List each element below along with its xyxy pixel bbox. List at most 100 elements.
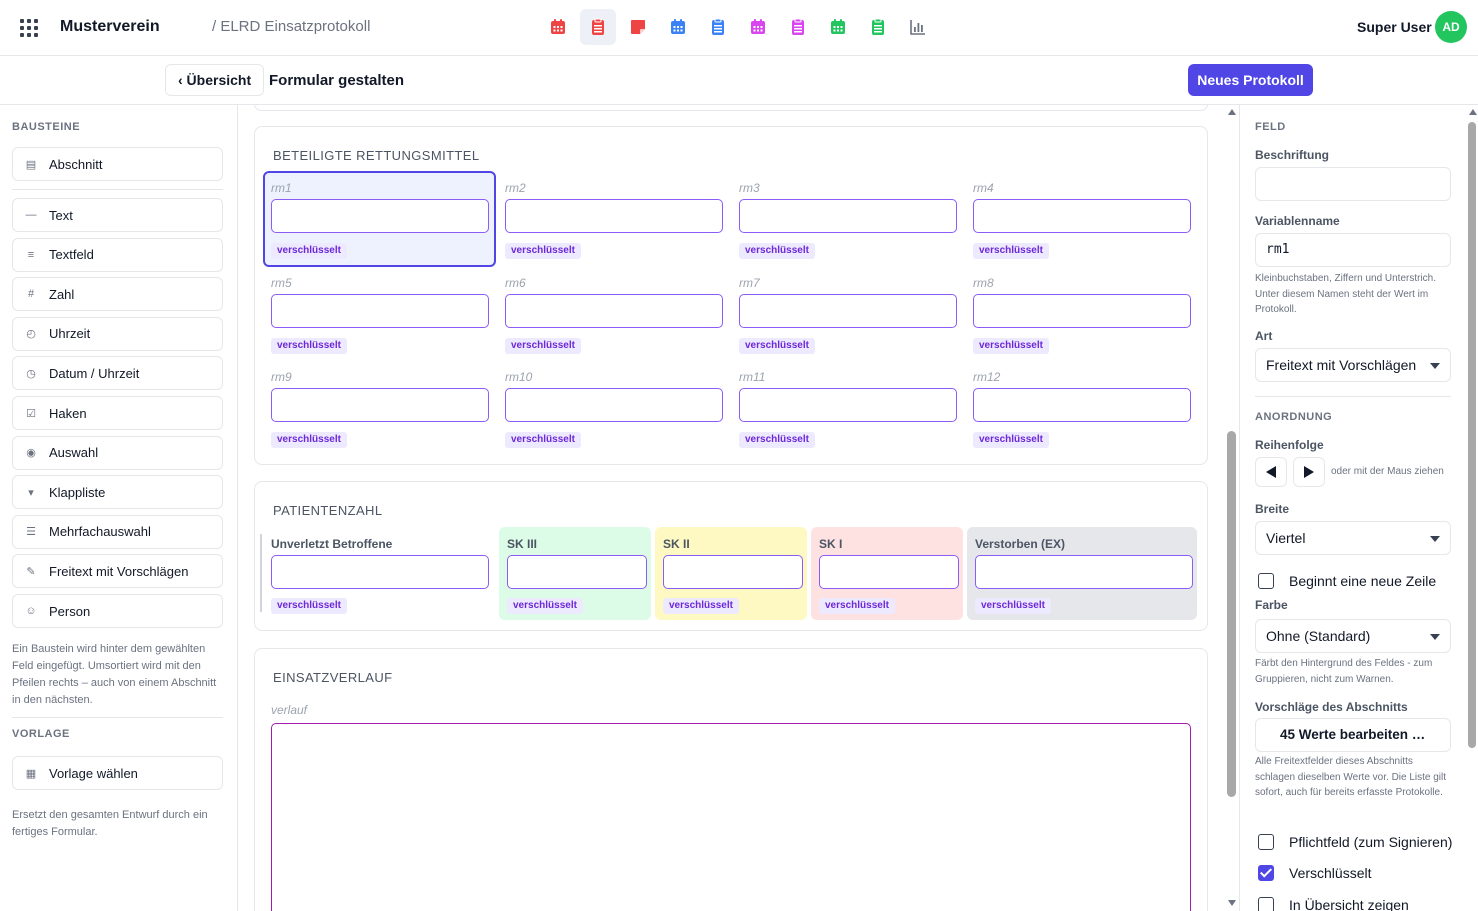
field-input[interactable]: [507, 555, 647, 589]
field-input[interactable]: [973, 199, 1191, 233]
choose-template-button[interactable]: ▦ Vorlage wählen: [12, 756, 223, 790]
calendar-icon: [669, 18, 687, 36]
field-input[interactable]: [271, 293, 489, 328]
block-klappliste-button[interactable]: ▾ Klappliste: [12, 475, 223, 510]
toolbar-button-4[interactable]: [660, 9, 696, 45]
new-row-checkbox[interactable]: Beginnt eine neue Zeile: [1258, 571, 1436, 591]
field-label: rm9: [271, 370, 292, 384]
block-zahl-button[interactable]: # Zahl: [12, 277, 223, 312]
field-input[interactable]: [505, 199, 723, 233]
field-input[interactable]: [663, 555, 803, 589]
new-protocol-button[interactable]: Neues Protokoll: [1188, 64, 1313, 96]
field-rm7[interactable]: rm7 verschlüsselt: [731, 266, 964, 362]
patient-field-1[interactable]: Unverletzt Betroffene verschlüsselt: [263, 527, 497, 620]
required-checkbox[interactable]: Pflichtfeld (zum Signieren): [1258, 832, 1452, 852]
patient-field-2[interactable]: SK III verschlüsselt: [499, 527, 651, 620]
move-left-button[interactable]: [1255, 457, 1287, 487]
field-rm8[interactable]: rm8 verschlüsselt: [965, 266, 1198, 362]
section-patientenzahl[interactable]: PATIENTENZAHL Unverletzt Betroffene vers…: [254, 481, 1208, 631]
field-input[interactable]: [973, 293, 1191, 328]
block-section-button[interactable]: ▤ Abschnitt: [12, 147, 223, 181]
caption-input[interactable]: [1255, 167, 1451, 201]
toolbar-button-9[interactable]: [860, 9, 896, 45]
encrypted-badge: verschlüsselt: [973, 337, 1049, 354]
section-einsatzverlauf[interactable]: EINSATZVERLAUF verlauf: [254, 648, 1208, 911]
field-rm5[interactable]: rm5 verschlüsselt: [263, 266, 496, 362]
block-label: Textfeld: [49, 247, 94, 263]
edit-suggestions-button[interactable]: 45 Werte bearbeiten …: [1255, 718, 1451, 752]
field-input[interactable]: [505, 293, 723, 328]
scroll-thumb[interactable]: [1468, 122, 1476, 748]
toolbar-button-7[interactable]: [780, 9, 816, 45]
color-select[interactable]: Ohne (Standard): [1255, 619, 1451, 653]
toolbar-button-5[interactable]: [700, 9, 736, 45]
canvas-scrollbar[interactable]: [1225, 105, 1239, 911]
encrypted-checkbox[interactable]: Verschlüsselt: [1258, 863, 1371, 883]
field-input[interactable]: [271, 388, 489, 422]
varname-input[interactable]: rm1: [1255, 233, 1451, 267]
scroll-down-icon[interactable]: [1228, 900, 1236, 906]
block-haken-button[interactable]: ☑ Haken: [12, 396, 223, 430]
field-input[interactable]: [739, 388, 957, 422]
blocks-hint: Ein Baustein wird hinter dem gewählten F…: [12, 643, 217, 706]
patient-field-4[interactable]: SK I verschlüsselt: [811, 527, 963, 620]
field-input[interactable]: [975, 555, 1193, 589]
encrypted-label: Verschlüsselt: [1289, 865, 1372, 881]
template-icon: ▦: [25, 767, 37, 780]
avatar[interactable]: AD: [1435, 11, 1467, 43]
field-rm10[interactable]: rm10 verschlüsselt: [497, 360, 730, 456]
scroll-up-icon[interactable]: [1228, 109, 1236, 115]
org-name[interactable]: Musterverein: [60, 18, 160, 36]
type-select[interactable]: Freitext mit Vorschlägen: [1255, 348, 1451, 382]
block-datum-uhrzeit-button[interactable]: ◷ Datum / Uhrzeit: [12, 356, 223, 391]
width-select[interactable]: Viertel: [1255, 521, 1451, 555]
field-rm9[interactable]: rm9 verschlüsselt: [263, 360, 496, 456]
toolbar-button-1[interactable]: [540, 9, 576, 45]
patient-field-3[interactable]: SK II verschlüsselt: [655, 527, 807, 620]
patient-field-5[interactable]: Verstorben (EX) verschlüsselt: [967, 527, 1197, 620]
toolbar-button-10[interactable]: [900, 9, 936, 45]
field-rm1[interactable]: rm1 verschlüsselt: [263, 171, 496, 267]
block-mehrfachauswahl-button[interactable]: ☰ Mehrfachauswahl: [12, 514, 223, 549]
panel-scrollbar[interactable]: [1466, 105, 1478, 911]
field-rm2[interactable]: rm2 verschlüsselt: [497, 171, 730, 267]
field-input[interactable]: [739, 293, 957, 328]
field-rm11[interactable]: rm11 verschlüsselt: [731, 360, 964, 456]
field-input[interactable]: [505, 388, 723, 422]
toolbar-button-6[interactable]: [740, 9, 776, 45]
overview-checkbox[interactable]: In Übersicht zeigen: [1258, 895, 1409, 911]
field-input[interactable]: [271, 555, 489, 589]
encrypted-badge: verschlüsselt: [271, 337, 347, 354]
block-text-button[interactable]: — Text: [12, 198, 223, 232]
block-textfeld-button[interactable]: ≡ Textfeld: [12, 237, 223, 272]
toolbar-button-8[interactable]: [820, 9, 856, 45]
textarea-input[interactable]: [271, 723, 1191, 911]
mehrfachauswahl-icon: ☰: [26, 526, 36, 539]
field-rm6[interactable]: rm6 verschlüsselt: [497, 266, 730, 362]
toolbar-button-2[interactable]: [580, 9, 616, 45]
field-rm12[interactable]: rm12 verschlüsselt: [965, 360, 1198, 456]
field-verlauf[interactable]: verlauf: [265, 693, 1199, 911]
apps-grid-icon[interactable]: [20, 19, 38, 37]
checkbox-icon: [1258, 865, 1274, 881]
field-rm4[interactable]: rm4 verschlüsselt: [965, 171, 1198, 267]
user-name[interactable]: Super User: [1357, 19, 1432, 35]
block-person-button[interactable]: ☺ Person: [12, 594, 223, 628]
scroll-thumb[interactable]: [1227, 431, 1236, 797]
block-auswahl-button[interactable]: ◉ Auswahl: [12, 435, 223, 470]
field-input[interactable]: [819, 555, 959, 589]
section-rettungsmittel[interactable]: BETEILIGTE RETTUNGSMITTEL rm1 verschlüss…: [254, 126, 1208, 465]
move-right-button[interactable]: [1293, 457, 1325, 487]
encrypted-badge: verschlüsselt: [973, 432, 1049, 448]
section-title: BETEILIGTE RETTUNGSMITTEL: [273, 148, 480, 163]
block-uhrzeit-button[interactable]: ◴ Uhrzeit: [12, 316, 223, 351]
toolbar-button-3[interactable]: [620, 9, 656, 45]
field-rm3[interactable]: rm3 verschlüsselt: [731, 171, 964, 267]
scroll-up-icon[interactable]: [1469, 109, 1477, 115]
back-to-overview-button[interactable]: ‹ Übersicht: [165, 64, 265, 96]
section-title: PATIENTENZAHL: [273, 503, 383, 518]
field-input[interactable]: [271, 199, 489, 233]
field-input[interactable]: [739, 199, 957, 233]
block-freitext-vorschlaege-button[interactable]: ✎ Freitext mit Vorschlägen: [12, 554, 223, 589]
field-input[interactable]: [973, 388, 1191, 422]
